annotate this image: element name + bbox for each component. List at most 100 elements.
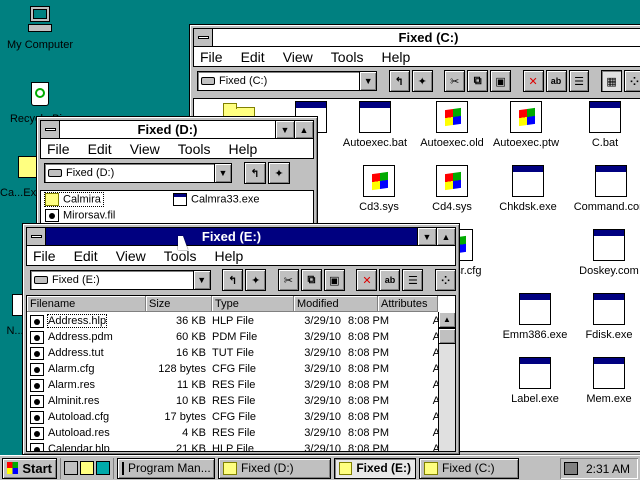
up-folder-button[interactable]: ↰ xyxy=(388,70,410,92)
cell-attributes: A xyxy=(432,427,440,439)
menu-view[interactable]: View xyxy=(116,248,146,264)
file-icon[interactable]: Doskey.com xyxy=(564,229,640,277)
cell-size: 60 KB xyxy=(176,331,206,343)
explorer-quick-icon[interactable] xyxy=(96,461,110,475)
new-folder-button[interactable]: ✦ xyxy=(411,70,433,92)
column-header-modified[interactable]: Modified xyxy=(294,296,378,312)
cell-type: RES File xyxy=(212,395,256,407)
cell-filename: Autoload.cfg xyxy=(27,409,146,425)
rename-button[interactable]: ab xyxy=(545,70,567,92)
table-row[interactable]: Autoload.cfg 17 bytes CFG File 3/29/10 8:08 … xyxy=(27,409,443,425)
file-icon[interactable]: Fdisk.exe xyxy=(564,293,640,341)
window-d-titlebar[interactable]: Fixed (D:) ▼ ▲ xyxy=(40,120,314,139)
list-item[interactable]: Calmira xyxy=(44,192,104,207)
rename-button[interactable]: ab xyxy=(379,269,401,291)
taskbar-fixed-e[interactable]: Fixed (E:) xyxy=(334,457,416,479)
vertical-scrollbar[interactable]: ▲ xyxy=(438,312,455,451)
paste-button[interactable]: ▣ xyxy=(323,269,345,291)
large-icons-button[interactable]: ▦ xyxy=(601,70,622,92)
delete-button[interactable]: ✕ xyxy=(522,70,544,92)
system-menu-button[interactable] xyxy=(194,29,213,46)
file-icon[interactable]: Mem.exe xyxy=(564,357,640,405)
desktop-icon-my-computer[interactable]: My Computer xyxy=(1,4,79,51)
list-item[interactable]: Mirorsav.fil xyxy=(45,209,115,222)
minimize-button[interactable]: ▼ xyxy=(275,121,294,138)
cut-button[interactable]: ✂ xyxy=(444,70,466,92)
table-row[interactable]: Address.tut 16 KB TUT File 3/29/10 8:08 PM A xyxy=(27,345,443,361)
drive-selector-value: Fixed (D:) xyxy=(66,167,115,179)
dropdown-arrow-icon[interactable]: ▼ xyxy=(214,164,231,182)
maximize-button[interactable]: ▲ xyxy=(294,121,313,138)
taskbar-fixed-d[interactable]: Fixed (D:) xyxy=(218,457,331,479)
menu-edit[interactable]: Edit xyxy=(74,248,98,264)
table-row[interactable]: Autoload.res 4 KB RES File 3/29/10 8:08 PM A xyxy=(27,425,443,441)
table-row[interactable]: Alarm.res 11 KB RES File 3/29/10 8:08 PM A xyxy=(27,377,443,393)
menu-tools[interactable]: Tools xyxy=(331,49,364,65)
file-icon[interactable]: Command.com xyxy=(566,165,640,213)
minimize-button[interactable]: ▼ xyxy=(417,228,436,245)
menu-help[interactable]: Help xyxy=(214,248,243,264)
menu-file[interactable]: File xyxy=(47,141,70,157)
menu-view[interactable]: View xyxy=(283,49,313,65)
system-menu-button[interactable] xyxy=(27,228,46,245)
scroll-up-icon[interactable]: ▲ xyxy=(439,312,455,328)
small-icons-button[interactable]: ⁘ xyxy=(623,70,640,92)
maximize-button[interactable]: ▲ xyxy=(436,228,455,245)
table-row[interactable]: Calendar.hlp 21 KB HLP File 3/29/10 8:08 PM A xyxy=(27,441,443,452)
drive-selector[interactable]: Fixed (C:) ▼ xyxy=(197,71,378,91)
window-e-titlebar[interactable]: Fixed (E:) ▼ ▲ xyxy=(26,227,456,246)
paste-button[interactable]: ▣ xyxy=(490,70,512,92)
cell-time: 8:08 PM xyxy=(348,443,389,452)
copy-button[interactable]: ⧉ xyxy=(300,269,322,291)
tray-icon[interactable] xyxy=(564,462,578,475)
new-folder-button[interactable]: ✦ xyxy=(268,162,290,184)
menu-file[interactable]: File xyxy=(33,248,56,264)
up-folder-button[interactable]: ↰ xyxy=(244,162,266,184)
computer-quick-icon[interactable] xyxy=(64,461,78,475)
up-folder-button[interactable]: ↰ xyxy=(222,269,244,291)
folder-icon xyxy=(45,193,59,206)
menu-edit[interactable]: Edit xyxy=(88,141,112,157)
menu-edit[interactable]: Edit xyxy=(241,49,265,65)
window-fixed-d[interactable]: Fixed (D:) ▼ ▲ File Edit View Tools Help… xyxy=(36,116,318,228)
column-header-size[interactable]: Size xyxy=(146,296,212,312)
column-header-attributes[interactable]: Attributes xyxy=(378,296,438,312)
taskbar-fixed-c[interactable]: Fixed (C:) xyxy=(419,457,519,479)
window-d-menubar: File Edit View Tools Help xyxy=(40,139,314,159)
dropdown-arrow-icon[interactable]: ▼ xyxy=(192,271,210,289)
system-menu-button[interactable] xyxy=(41,121,60,138)
window-fixed-e[interactable]: Fixed (E:) ▼ ▲ File Edit View Tools Help… xyxy=(22,223,460,455)
table-row[interactable]: Address.hlp 36 KB HLP File 3/29/10 8:08 PM A xyxy=(27,313,443,329)
table-row[interactable]: Address.pdm 60 KB PDM File 3/29/10 8:08 PM A xyxy=(27,329,443,345)
small-icons-button[interactable]: ⁘ xyxy=(435,269,457,291)
menu-help[interactable]: Help xyxy=(228,141,257,157)
cut-button[interactable]: ✂ xyxy=(277,269,299,291)
taskbar-program-manager[interactable]: Program Man... xyxy=(117,457,215,479)
column-header-filename[interactable]: Filename xyxy=(27,296,146,312)
table-row[interactable]: Alminit.res 10 KB RES File 3/29/10 8:08 PM A xyxy=(27,393,443,409)
search-quick-icon[interactable] xyxy=(80,461,94,475)
scroll-thumb[interactable] xyxy=(439,328,455,344)
new-folder-button[interactable]: ✦ xyxy=(245,269,267,291)
file-icon[interactable]: Autoexec.ptw xyxy=(481,101,571,149)
menu-tools[interactable]: Tools xyxy=(178,141,211,157)
start-button[interactable]: Start xyxy=(2,457,57,479)
list-item[interactable]: Calmra33.exe xyxy=(173,193,259,206)
menu-help[interactable]: Help xyxy=(381,49,410,65)
copy-button[interactable]: ⧉ xyxy=(467,70,489,92)
window-c-titlebar[interactable]: Fixed (C:) xyxy=(193,28,640,47)
drive-selector[interactable]: Fixed (E:) ▼ xyxy=(30,270,211,290)
delete-button[interactable]: ✕ xyxy=(356,269,378,291)
drive-selector[interactable]: Fixed (D:) ▼ xyxy=(44,163,232,183)
table-row[interactable]: Alarm.cfg 128 bytes CFG File 3/29/10 8:08 PM… xyxy=(27,361,443,377)
desktop-icon-calmira-explorer[interactable]: Ca...Exp... xyxy=(0,152,40,199)
dropdown-arrow-icon[interactable]: ▼ xyxy=(359,72,377,90)
file-icon[interactable]: Chkdsk.exe xyxy=(483,165,573,213)
column-header-type[interactable]: Type xyxy=(212,296,294,312)
menu-view[interactable]: View xyxy=(130,141,160,157)
clock[interactable]: 2:31 AM xyxy=(586,462,630,476)
menu-file[interactable]: File xyxy=(200,49,223,65)
properties-button[interactable]: ☰ xyxy=(568,70,590,92)
file-icon[interactable]: C.bat xyxy=(560,101,640,149)
properties-button[interactable]: ☰ xyxy=(402,269,424,291)
